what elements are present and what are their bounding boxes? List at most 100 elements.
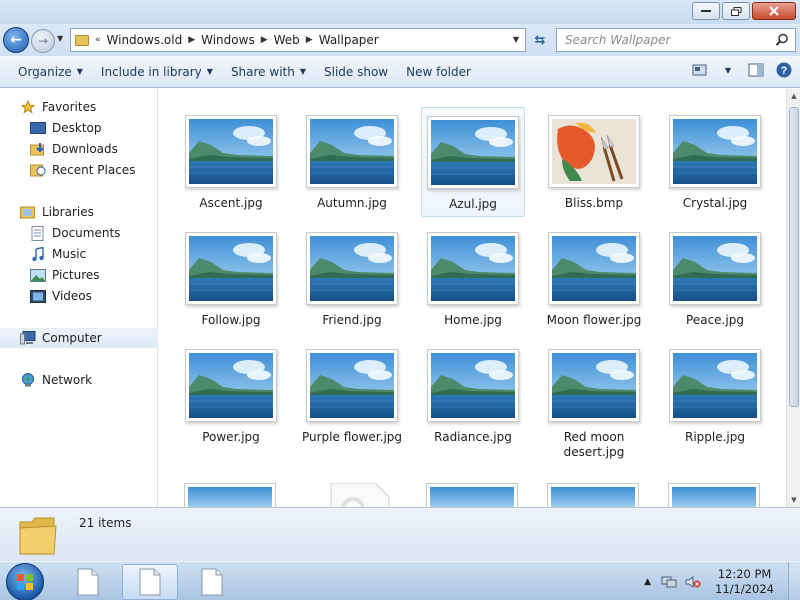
scroll-down-icon[interactable]: ▼ <box>787 493 800 507</box>
breadcrumb-separator-icon[interactable]: ▶ <box>188 35 195 45</box>
landscape-image-thumbnail <box>669 349 761 422</box>
search-placeholder: Search Wallpaper <box>565 33 671 47</box>
forward-button[interactable]: → <box>31 29 55 53</box>
breadcrumb-separator-icon[interactable]: ▶ <box>306 35 313 45</box>
nav-videos-label: Videos <box>52 289 92 303</box>
landscape-image-thumbnail <box>427 232 519 305</box>
scroll-thumb[interactable] <box>789 107 799 407</box>
landscape-image-thumbnail <box>185 115 277 188</box>
landscape-image-thumbnail <box>306 115 398 188</box>
nav-downloads[interactable]: Downloads <box>0 139 158 159</box>
nav-computer[interactable]: Computer <box>0 328 158 348</box>
start-button[interactable] <box>6 563 44 600</box>
nav-pictures-label: Pictures <box>52 268 100 282</box>
breadcrumb-windows-old[interactable]: Windows.old <box>107 33 183 47</box>
preview-pane-icon <box>748 63 764 77</box>
svg-text:?: ? <box>781 65 788 77</box>
file-item[interactable]: Follow.jpg <box>179 224 283 332</box>
landscape-image-thumbnail <box>669 232 761 305</box>
view-icon <box>692 64 707 76</box>
breadcrumb-overflow[interactable]: « <box>95 35 101 45</box>
nav-libraries[interactable]: Libraries <box>0 202 158 222</box>
file-item[interactable]: Moon flower.jpg <box>542 224 646 332</box>
videos-icon <box>30 289 46 303</box>
chevron-down-icon: ▼ <box>299 67 306 76</box>
help-button[interactable]: ? <box>776 62 792 78</box>
show-desktop-button[interactable] <box>788 562 800 600</box>
recent-pages-dropdown[interactable]: ▼ <box>57 34 63 43</box>
file-name: Bliss.bmp <box>564 196 624 210</box>
search-input[interactable]: Search Wallpaper <box>556 28 796 52</box>
file-list-view[interactable]: Ascent.jpg Autumn.jpg Azul.jpg Bliss.bmp Cry… <box>159 89 786 507</box>
nav-network[interactable]: Network <box>0 370 158 390</box>
file-item[interactable]: Ripple.jpg <box>663 341 767 449</box>
file-item[interactable]: Azul.jpg <box>421 107 525 217</box>
generic-file-icon[interactable] <box>305 482 399 507</box>
organize-button[interactable]: Organize ▼ <box>0 56 92 87</box>
file-item[interactable]: Peace.jpg <box>663 224 767 332</box>
taskbar-app-explorer[interactable] <box>122 564 178 600</box>
nav-pictures[interactable]: Pictures <box>0 265 158 285</box>
more-views-dropdown[interactable]: ▼ <box>720 62 736 78</box>
file-item[interactable]: Red moon desert.jpg <box>542 341 646 464</box>
nav-desktop-label: Desktop <box>52 121 102 135</box>
navigation-pane: Favorites Desktop Downloads Recent Place… <box>0 89 158 507</box>
file-item[interactable]: Home.jpg <box>421 224 525 332</box>
address-dropdown-icon[interactable]: ▼ <box>513 35 519 44</box>
file-name: Home.jpg <box>444 313 502 327</box>
file-item[interactable]: Ascent.jpg <box>179 107 283 215</box>
change-view-button[interactable] <box>692 62 708 78</box>
file-item[interactable]: Purple flower.jpg <box>300 341 404 449</box>
breadcrumb-separator-icon[interactable]: ▶ <box>261 35 268 45</box>
desktop-icon <box>30 121 46 135</box>
nav-music[interactable]: Music <box>0 244 158 264</box>
clock[interactable]: 12:20 PM 11/1/2024 <box>715 567 774 597</box>
new-folder-button[interactable]: New folder <box>397 56 480 87</box>
taskbar-app-3[interactable] <box>184 564 240 600</box>
landscape-image-thumbnail[interactable] <box>184 483 278 507</box>
breadcrumb-web[interactable]: Web <box>274 33 300 47</box>
show-hidden-icons-icon[interactable]: ▲ <box>644 577 651 587</box>
nav-desktop[interactable]: Desktop <box>0 118 158 138</box>
file-item[interactable]: Autumn.jpg <box>300 107 404 215</box>
nav-videos[interactable]: Videos <box>0 286 158 306</box>
nav-computer-label: Computer <box>42 331 102 345</box>
include-in-library-button[interactable]: Include in library ▼ <box>92 56 222 87</box>
address-bar[interactable]: « Windows.old ▶ Windows ▶ Web ▶ Wallpape… <box>70 28 526 52</box>
back-button[interactable]: ← <box>3 27 29 53</box>
nav-documents[interactable]: Documents <box>0 223 158 243</box>
file-item[interactable]: Radiance.jpg <box>421 341 525 449</box>
refresh-button[interactable]: ⇆ <box>528 30 552 50</box>
breadcrumb-windows[interactable]: Windows <box>201 33 255 47</box>
landscape-image-thumbnail <box>306 349 398 422</box>
file-item[interactable]: Bliss.bmp <box>542 107 646 215</box>
share-with-button[interactable]: Share with ▼ <box>222 56 315 87</box>
slide-show-button[interactable]: Slide show <box>315 56 397 87</box>
system-tray: ▲ 12:20 PM 11/1/2024 <box>644 562 800 600</box>
preview-pane-button[interactable] <box>748 62 764 78</box>
breadcrumb-wallpaper[interactable]: Wallpaper <box>319 33 379 47</box>
close-button[interactable] <box>752 2 796 20</box>
landscape-image-thumbnail[interactable] <box>547 483 641 507</box>
landscape-image-thumbnail[interactable] <box>426 483 520 507</box>
scroll-up-icon[interactable]: ▲ <box>787 89 800 103</box>
file-name: Peace.jpg <box>686 313 744 327</box>
recent-places-icon <box>30 163 46 177</box>
volume-muted-icon[interactable] <box>685 575 701 589</box>
vertical-scrollbar[interactable]: ▲ ▼ <box>786 89 800 507</box>
nav-favorites[interactable]: Favorites <box>0 97 158 117</box>
file-item[interactable]: Power.jpg <box>179 341 283 449</box>
nav-recent-places[interactable]: Recent Places <box>0 160 158 180</box>
file-item[interactable]: Friend.jpg <box>300 224 404 332</box>
taskbar-app-1[interactable] <box>60 564 116 600</box>
minimize-button[interactable] <box>692 2 720 20</box>
landscape-image-thumbnail <box>427 349 519 422</box>
chevron-down-icon: ▼ <box>76 67 83 76</box>
maximize-button[interactable] <box>722 2 750 20</box>
network-status-icon[interactable] <box>661 575 677 589</box>
file-item[interactable]: Crystal.jpg <box>663 107 767 215</box>
landscape-image-thumbnail[interactable] <box>668 483 762 507</box>
clock-date: 11/1/2024 <box>715 581 774 596</box>
search-icon[interactable] <box>775 33 789 47</box>
help-icon: ? <box>776 62 792 78</box>
